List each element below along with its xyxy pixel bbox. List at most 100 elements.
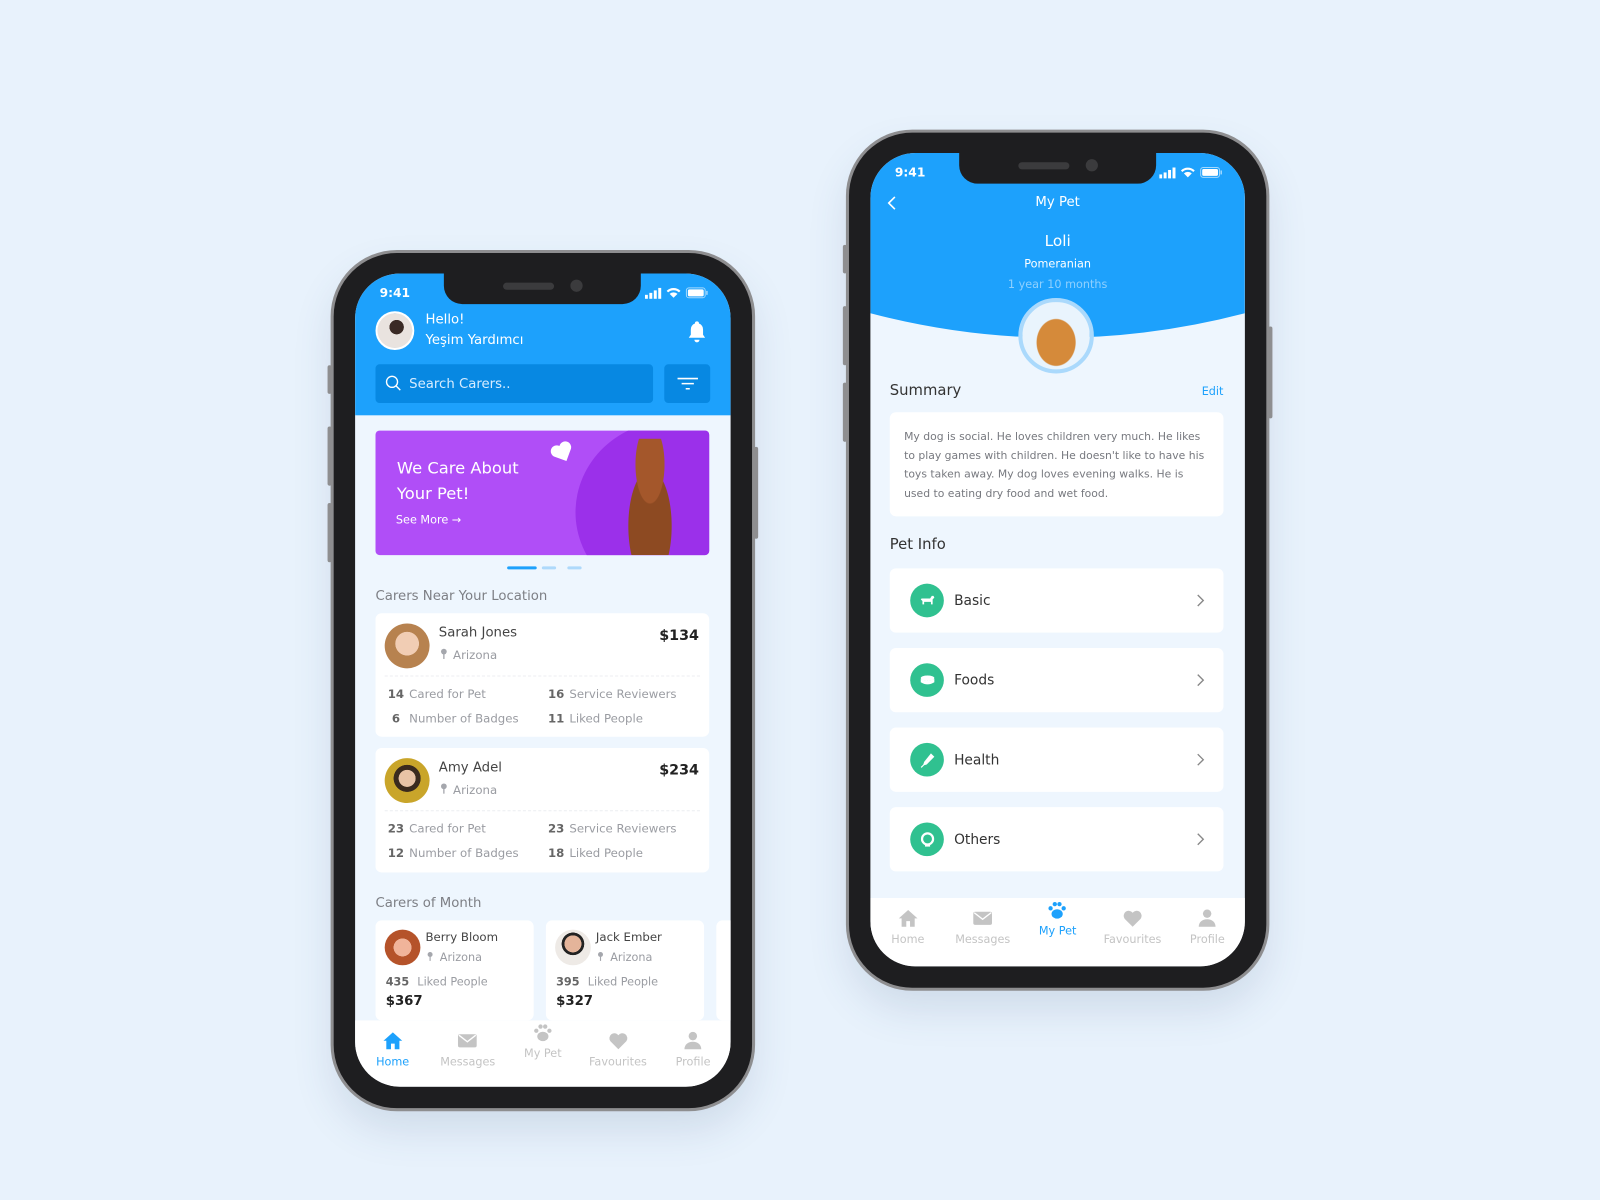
location-pin-icon (440, 783, 448, 795)
carer-price: $367 (385, 993, 423, 1010)
heart-decoration-icon (550, 441, 572, 462)
filter-icon (677, 377, 698, 390)
mail-icon (457, 1030, 479, 1052)
nav-label: Home (376, 1055, 410, 1069)
carer-avatar (384, 929, 421, 966)
notch (959, 153, 1157, 184)
carer-avatar (384, 758, 430, 804)
dog-icon (910, 583, 944, 618)
bowl-icon (910, 663, 944, 697)
bottom-nav: Home Messages My Pet Favourites Profile (355, 1020, 731, 1087)
bottom-nav: Home Messages My Pet Favourites Profile (870, 897, 1245, 967)
pet-info-others[interactable]: Others (889, 807, 1224, 872)
carer-price: $327 (556, 993, 594, 1010)
syringe-icon (910, 742, 944, 777)
status-time: 9:41 (894, 165, 926, 180)
nav-profile[interactable]: Profile (657, 1020, 728, 1068)
nav-messages[interactable]: Messages (947, 898, 1018, 946)
nav-my-pet[interactable]: My Pet (1022, 890, 1093, 938)
nav-label: Messages (955, 932, 1011, 946)
status-icons (645, 287, 708, 299)
greeting: Hello! (425, 312, 465, 328)
month-carer-card[interactable]: Berry Bloom Arizona 435 Liked People $367 (375, 920, 534, 1021)
carer-location: Arizona (610, 951, 653, 965)
chevron-right-icon (1196, 832, 1205, 847)
home-screen: 9:41 Hello! Yeşim Yardımcı Search Carers… (355, 273, 731, 1087)
search-icon (385, 375, 401, 391)
nav-home[interactable]: Home (357, 1020, 428, 1068)
heart-icon (607, 1030, 629, 1052)
paw-icon (1046, 899, 1068, 921)
edit-link[interactable]: Edit (1202, 385, 1224, 398)
see-more-link[interactable]: See More → (396, 513, 461, 526)
nav-label: My Pet (524, 1046, 562, 1061)
nav-label: Favourites (1103, 932, 1162, 946)
nav-profile[interactable]: Profile (1172, 898, 1243, 946)
bell-icon[interactable] (685, 319, 709, 343)
location-pin-icon (597, 951, 604, 962)
user-icon (682, 1030, 704, 1052)
pet-info-label: Basic (954, 592, 991, 609)
home-phone: 9:41 Hello! Yeşim Yardımcı Search Carers… (327, 253, 759, 1109)
carer-stats: 23 Cared for Pet 23 Service Reviewers 12 Nu… (387, 821, 677, 861)
summary-title: Summary (889, 382, 962, 399)
nav-favourites[interactable]: Favourites (1097, 898, 1168, 946)
nav-label: Favourites (589, 1055, 647, 1069)
avatar[interactable] (375, 311, 415, 350)
user-name: Yeşim Yardımcı (425, 332, 524, 348)
month-title: Carers of Month (375, 895, 482, 912)
pet-name: Loli (1044, 231, 1071, 250)
pet-info-title: Pet Info (889, 536, 946, 554)
mail-icon (972, 907, 994, 929)
nav-label: Messages (440, 1055, 496, 1069)
location-pin-icon (440, 648, 448, 660)
carer-card[interactable]: Amy Adel Arizona $234 23 Cared for Pet 23… (375, 747, 710, 873)
summary-text: My dog is social. He loves children very… (904, 430, 1205, 500)
pet-avatar[interactable] (1018, 297, 1094, 374)
pet-info-foods[interactable]: Foods (889, 647, 1224, 713)
pet-age: 1 year 10 months (1007, 277, 1108, 291)
carer-name: Berry Bloom (425, 929, 499, 944)
near-title: Carers Near Your Location (375, 588, 548, 605)
carer-avatar (555, 929, 591, 966)
pet-info-basic[interactable]: Basic (889, 568, 1224, 633)
carer-name: Amy Adel (438, 760, 502, 776)
promo-banner[interactable]: We Care About Your Pet! See More → (375, 430, 710, 556)
nav-label: Profile (675, 1055, 711, 1069)
home-icon (897, 907, 919, 929)
dog-photo (616, 438, 684, 556)
carer-card[interactable]: Sarah Jones Arizona $134 14 Cared for Pet… (375, 613, 710, 737)
banner-title-1: We Care About (396, 458, 519, 478)
month-card-partial[interactable] (716, 920, 731, 1021)
pet-info-health[interactable]: Health (889, 727, 1224, 792)
nav-messages[interactable]: Messages (432, 1020, 503, 1068)
carer-location: Arizona (453, 782, 498, 797)
nav-label: Home (891, 932, 925, 946)
pet-info-label: Foods (954, 671, 995, 689)
nav-my-pet[interactable]: My Pet (507, 1012, 578, 1060)
pet-phone: 9:41 My Pet Loli Pomeranian 1 year 10 mo… (842, 132, 1273, 988)
search-placeholder: Search Carers.. (409, 376, 511, 392)
heart-icon (1121, 907, 1143, 929)
summary-box: My dog is social. He loves children very… (889, 412, 1224, 517)
carer-liked: 395 Liked People (556, 975, 659, 989)
search-input[interactable]: Search Carers.. (375, 364, 654, 404)
paw-icon (532, 1021, 554, 1043)
user-icon (1196, 907, 1218, 929)
carousel-dots[interactable] (507, 566, 582, 570)
carer-liked: 435 Liked People (385, 975, 488, 989)
home-icon (381, 1030, 403, 1052)
carer-name: Sarah Jones (438, 625, 518, 641)
month-carer-card[interactable]: Jack Ember Arizona 395 Liked People $327 (545, 920, 705, 1021)
chevron-right-icon (1196, 752, 1205, 767)
collar-icon (910, 822, 944, 857)
carer-price: $134 (659, 627, 699, 644)
chevron-right-icon (1196, 672, 1205, 687)
pet-info-label: Health (954, 751, 1000, 768)
nav-favourites[interactable]: Favourites (582, 1020, 653, 1068)
nav-label: My Pet (1038, 924, 1077, 938)
nav-home[interactable]: Home (872, 898, 943, 946)
location-pin-icon (427, 951, 434, 962)
page-title: My Pet (1035, 194, 1080, 211)
filter-button[interactable] (664, 364, 711, 404)
